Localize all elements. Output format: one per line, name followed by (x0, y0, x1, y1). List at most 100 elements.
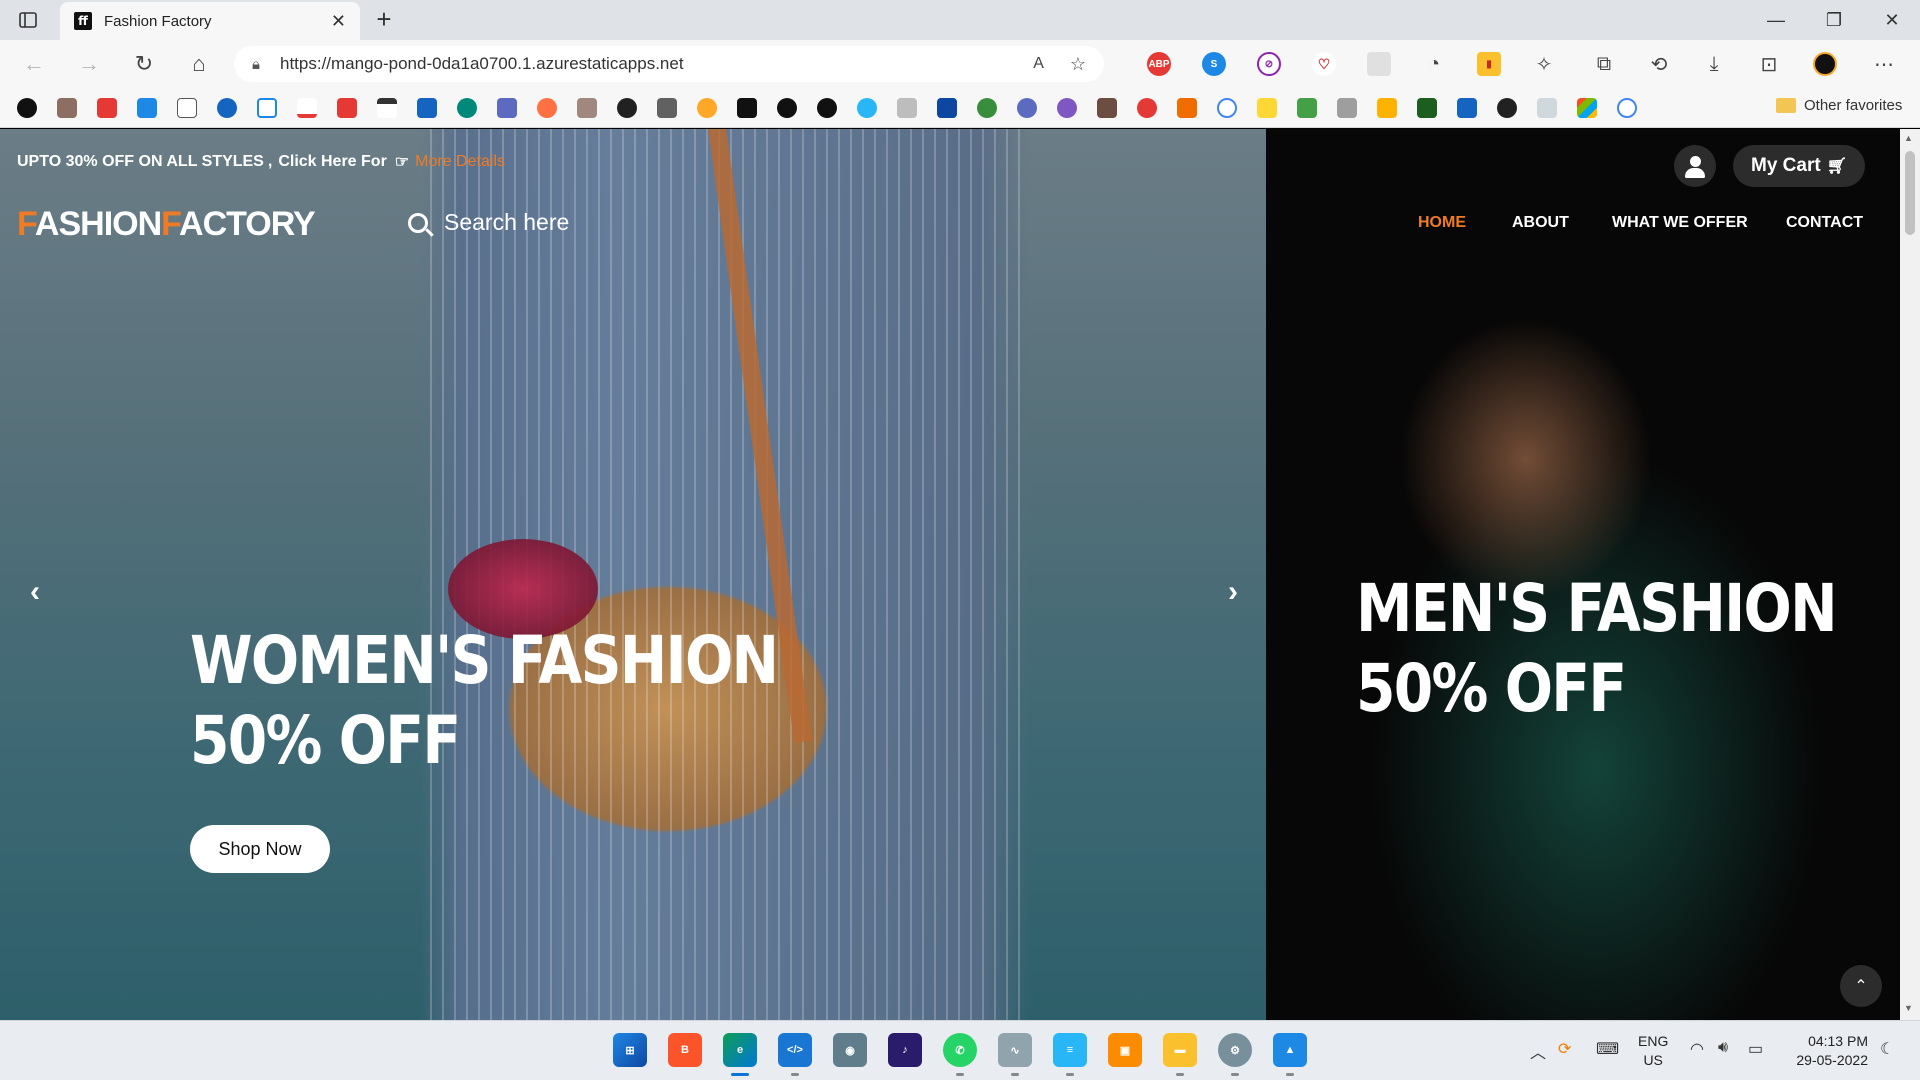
teams-bookmark-icon[interactable] (497, 98, 517, 118)
bookmark-icon[interactable] (617, 98, 637, 118)
nav-home[interactable]: HOME (1418, 214, 1466, 232)
site-logo[interactable]: FASHIONFACTORY (17, 205, 316, 244)
discord-bookmark-icon[interactable] (1017, 98, 1037, 118)
nav-what-we-offer[interactable]: WHAT WE OFFER (1612, 214, 1748, 232)
collections-icon[interactable]: ⧉ (1592, 52, 1616, 76)
bookmark-icon[interactable] (17, 98, 37, 118)
bookmark-icon[interactable] (1377, 98, 1397, 118)
bookmark-icon[interactable] (537, 98, 557, 118)
tab-fashion-factory[interactable]: ff Fashion Factory ✕ (60, 2, 360, 40)
new-tab-icon[interactable]: + (370, 6, 398, 34)
block-extension-icon[interactable]: ⊘ (1257, 52, 1281, 76)
bookmark-icon[interactable] (577, 98, 597, 118)
bookmark-icon[interactable] (897, 98, 917, 118)
shazam-extension-icon[interactable]: S (1202, 52, 1226, 76)
performance-monitor-icon[interactable]: ∿ (998, 1033, 1032, 1067)
meet-bookmark-icon[interactable] (1297, 98, 1317, 118)
speed-extension-icon[interactable]: ◔ (1422, 52, 1446, 76)
page-scrollbar[interactable]: ▲ ▼ (1900, 129, 1920, 1020)
google-bookmark-icon[interactable] (1217, 98, 1237, 118)
settings-gear-icon[interactable]: ⚙ (1218, 1033, 1252, 1067)
tab-close-icon[interactable]: ✕ (331, 11, 346, 32)
microsoft-bookmark-icon[interactable] (1577, 98, 1597, 118)
other-favorites[interactable]: Other favorites (1776, 97, 1902, 114)
user-account-button[interactable] (1674, 145, 1716, 187)
github-bookmark-icon[interactable] (777, 98, 797, 118)
telegram-bookmark-icon[interactable] (857, 98, 877, 118)
pdf-bookmark-icon[interactable] (97, 98, 117, 118)
more-menu-icon[interactable]: ⋯ (1872, 52, 1896, 76)
language-indicator[interactable]: ENG US (1638, 1032, 1668, 1070)
scroll-to-top-button[interactable]: ⌃ (1840, 965, 1882, 1007)
keyboard-icon[interactable]: ⌨ (1596, 1039, 1619, 1059)
more-details-link[interactable]: More Details (415, 153, 505, 171)
photos-icon[interactable]: ▲ (1273, 1033, 1307, 1067)
lock-icon[interactable]: 🔒︎ (252, 56, 260, 73)
notepad-icon[interactable]: ≡ (1053, 1033, 1087, 1067)
bookmark-icon[interactable] (1417, 98, 1437, 118)
screenshot-icon[interactable]: ⊡ (1757, 52, 1781, 76)
edge-icon[interactable]: e (723, 1033, 757, 1067)
chevron-left-icon[interactable]: ‹ (20, 575, 50, 608)
battery-icon[interactable]: ▭ (1748, 1039, 1763, 1059)
scroll-down-icon[interactable]: ▼ (1904, 1003, 1913, 1013)
search-icon[interactable] (408, 212, 428, 233)
sharepoint-bookmark-icon[interactable] (457, 98, 477, 118)
bookmark-icon[interactable] (377, 98, 397, 118)
vscode-icon[interactable]: </> (778, 1033, 812, 1067)
wifi-icon[interactable]: ◠ (1690, 1039, 1704, 1059)
bookmark-icon[interactable] (1257, 98, 1277, 118)
my-cart-button[interactable]: My Cart 🛒︎ (1733, 145, 1865, 187)
color-extension-icon[interactable]: ▮ (1477, 52, 1501, 76)
refresh-icon[interactable]: ↻ (130, 50, 158, 78)
outlook-bookmark-icon[interactable] (417, 98, 437, 118)
downloads-icon[interactable]: ⤓ (1702, 52, 1726, 76)
history-icon[interactable]: ⟲ (1647, 52, 1671, 76)
google-bookmark-icon[interactable] (1617, 98, 1637, 118)
back-icon[interactable]: ← (20, 50, 48, 78)
blank-extension-icon[interactable] (1367, 52, 1391, 76)
scrollbar-thumb[interactable] (1905, 151, 1915, 235)
github-bookmark-icon[interactable] (817, 98, 837, 118)
bookmark-icon[interactable] (1457, 98, 1477, 118)
bookmark-icon[interactable] (1177, 98, 1197, 118)
restore-icon[interactable]: ❐ (1806, 0, 1862, 40)
url-text[interactable]: https://mango-pond-0da1a0700.1.azurestat… (280, 54, 1023, 74)
chevron-right-icon[interactable]: › (1218, 575, 1248, 608)
bookmark-icon[interactable] (657, 98, 677, 118)
start-menu-icon[interactable]: ⊞ (613, 1033, 647, 1067)
bookmark-icon[interactable] (137, 98, 157, 118)
shield-bookmark-icon[interactable] (937, 98, 957, 118)
volume-icon[interactable]: 🔊︎ (1718, 1039, 1728, 1057)
search-placeholder[interactable]: Search here (444, 209, 569, 236)
tray-overflow-icon[interactable]: ︿ (1530, 1039, 1546, 1063)
focus-assist-icon[interactable]: ☾ (1880, 1039, 1894, 1059)
forward-icon[interactable]: → (75, 50, 103, 78)
shop-now-button[interactable]: Shop Now (190, 825, 330, 873)
profile-avatar[interactable] (1813, 52, 1837, 76)
search-box[interactable]: Search here (408, 209, 569, 236)
minimize-icon[interactable]: — (1748, 0, 1804, 40)
pocket-extension-icon[interactable]: ♡ (1312, 52, 1336, 76)
adblock-extension-icon[interactable]: ABP (1147, 52, 1171, 76)
file-explorer-icon[interactable]: ▬ (1163, 1033, 1197, 1067)
bookmark-icon[interactable] (1097, 98, 1117, 118)
extensions-icon[interactable]: ✧ (1532, 52, 1556, 76)
gmail-bookmark-icon[interactable] (297, 98, 317, 118)
hackerrank-bookmark-icon[interactable] (737, 98, 757, 118)
camera-icon[interactable]: ◉ (833, 1033, 867, 1067)
whatsapp-icon[interactable]: ✆ (943, 1033, 977, 1067)
bookmark-icon[interactable] (1497, 98, 1517, 118)
brave-icon[interactable]: B (668, 1033, 702, 1067)
nav-contact[interactable]: CONTACT (1786, 214, 1863, 232)
bookmark-icon[interactable] (697, 98, 717, 118)
bookmark-icon[interactable] (1137, 98, 1157, 118)
bookmark-icon[interactable] (977, 98, 997, 118)
document-bookmark-icon[interactable] (177, 98, 197, 118)
bookmark-icon[interactable] (57, 98, 77, 118)
youtube-bookmark-icon[interactable] (337, 98, 357, 118)
home-icon[interactable]: ⌂ (185, 50, 213, 78)
system-clock[interactable]: 04:13 PM 29-05-2022 (1788, 1032, 1868, 1070)
address-bar[interactable]: 🔒︎ https://mango-pond-0da1a0700.1.azures… (234, 46, 1104, 82)
virtualbox-icon[interactable]: ▣ (1108, 1033, 1142, 1067)
